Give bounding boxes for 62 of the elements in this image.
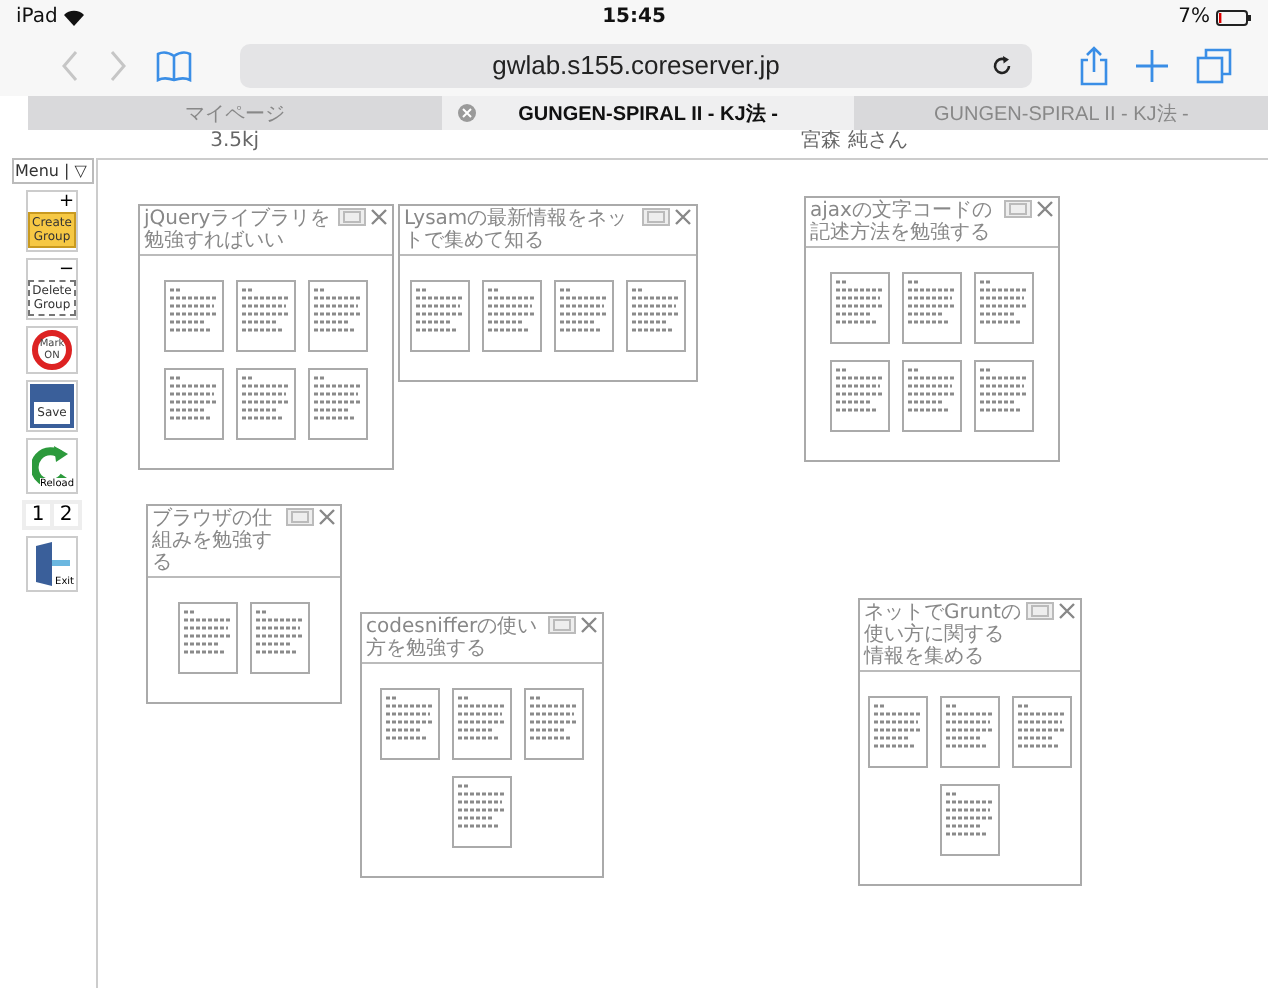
bookmarks-icon[interactable] — [156, 49, 192, 81]
note-card-drawing[interactable] — [410, 280, 470, 352]
note-card-drawing[interactable] — [308, 280, 368, 352]
note-card-drawing[interactable] — [626, 280, 686, 352]
group-title: jQueryライブラリを勉強すればいい — [144, 208, 333, 252]
note-card-drawing[interactable] — [1012, 696, 1072, 768]
note-card-drawing[interactable] — [452, 688, 512, 760]
group-panel[interactable]: ネットでGruntの使い方に関する情報を集める — [858, 598, 1082, 886]
note-card-drawing[interactable] — [554, 280, 614, 352]
battery-icon — [1216, 9, 1252, 25]
wifi-icon — [63, 9, 84, 25]
note-card-drawing[interactable] — [236, 368, 296, 440]
group-panel[interactable]: codesnifferの使い方を勉強する — [360, 612, 604, 878]
note-card-drawing[interactable] — [250, 602, 310, 674]
page-button[interactable]: 2 — [54, 504, 78, 526]
group-panel[interactable]: jQueryライブラリを勉強すればいい — [138, 204, 394, 470]
group-title: codesnifferの使い方を勉強する — [366, 616, 540, 660]
close-icon[interactable] — [674, 208, 692, 226]
close-icon[interactable] — [1058, 602, 1076, 620]
group-title: ブラウザの仕組みを勉強する — [152, 508, 274, 574]
note-card-drawing[interactable] — [164, 280, 224, 352]
device-name: iPad — [16, 6, 58, 28]
note-card-drawing[interactable] — [830, 272, 890, 344]
note-card-drawing[interactable] — [940, 696, 1000, 768]
page-button[interactable]: 1 — [26, 504, 50, 526]
share-icon[interactable] — [1080, 45, 1108, 85]
note-card-drawing[interactable] — [940, 784, 1000, 856]
note-card-drawing[interactable] — [308, 368, 368, 440]
close-icon[interactable] — [370, 208, 388, 226]
note-card-drawing[interactable] — [974, 360, 1034, 432]
note-card-drawing[interactable] — [902, 360, 962, 432]
group-panel[interactable]: ajaxの文字コードの記述方法を勉強する — [804, 196, 1060, 462]
note-card-drawing[interactable] — [830, 360, 890, 432]
note-card-drawing[interactable] — [974, 272, 1034, 344]
group-panel[interactable]: ブラウザの仕組みを勉強する — [146, 504, 342, 704]
close-icon[interactable] — [318, 508, 336, 526]
note-card-drawing[interactable] — [452, 776, 512, 848]
note-card-drawing[interactable] — [236, 280, 296, 352]
note-card-drawing[interactable] — [178, 602, 238, 674]
info-text: 宮森 純さん — [799, 130, 910, 154]
note-card-drawing[interactable] — [868, 696, 928, 768]
browser-tab[interactable]: GUNGEN-SPIRAL II - KJ法 - — [441, 96, 855, 130]
info-text: 3.5kj — [208, 130, 262, 154]
note-card-drawing[interactable] — [524, 688, 584, 760]
group-title: ajaxの文字コードの記述方法を勉強する — [810, 200, 994, 244]
reload-icon[interactable] — [992, 55, 1012, 75]
note-card-drawing[interactable] — [482, 280, 542, 352]
address-field[interactable]: gwlab.s155.coreserver.jp — [240, 43, 1032, 87]
note-card-drawing[interactable] — [902, 272, 962, 344]
note-card-drawing[interactable] — [380, 688, 440, 760]
clock-time: 15:45 — [602, 6, 666, 28]
group-panel[interactable]: Lysamの最新情報をネットで集めて知る — [398, 204, 698, 382]
menu-button[interactable]: Menu | ▽ — [11, 158, 93, 184]
tabs-icon[interactable] — [1196, 47, 1232, 83]
plus-icon[interactable] — [1136, 49, 1168, 81]
close-icon[interactable] — [580, 616, 598, 634]
close-icon[interactable] — [457, 104, 476, 122]
close-icon[interactable] — [1036, 200, 1054, 218]
note-card-drawing[interactable] — [164, 368, 224, 440]
battery-percent: 7% — [1178, 6, 1210, 28]
group-title: ネットでGruntの使い方に関する情報を集める — [864, 602, 1022, 668]
group-title: Lysamの最新情報をネットで集めて知る — [404, 208, 630, 252]
